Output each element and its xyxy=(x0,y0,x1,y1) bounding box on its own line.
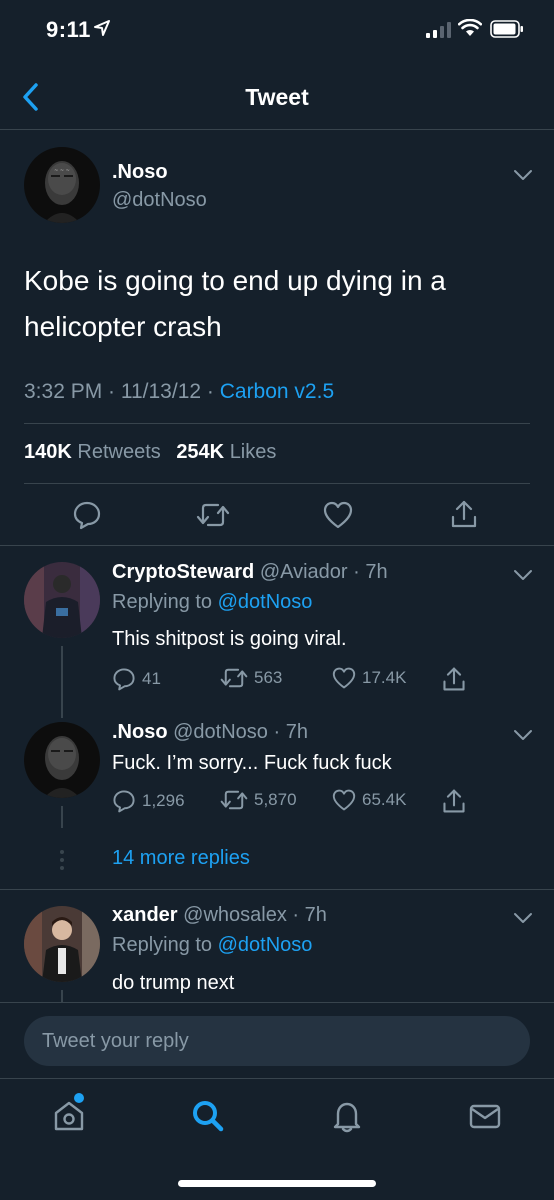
reply-text: This shitpost is going viral. xyxy=(112,628,347,650)
reply-icon xyxy=(113,668,135,691)
retweet-icon xyxy=(220,790,248,810)
share-icon[interactable] xyxy=(441,788,467,814)
divider xyxy=(24,423,530,424)
thread-line xyxy=(61,806,63,828)
main-tweet-source-link[interactable]: Carbon v2.5 xyxy=(220,380,334,403)
wifi-icon xyxy=(458,19,482,36)
replying-to: Replying to @dotNoso xyxy=(112,934,312,957)
reply-like-action[interactable]: 65.4K xyxy=(332,789,406,811)
thread-line xyxy=(61,990,63,1002)
battery-icon xyxy=(490,20,523,38)
reply-header: CryptoSteward @Aviador · 7h xyxy=(112,561,388,584)
status-time: 9:11 xyxy=(46,17,91,42)
reply-reply-action[interactable]: 1,296 xyxy=(112,789,185,813)
reply-text: do trump next xyxy=(112,972,235,994)
home-indicator[interactable] xyxy=(178,1180,376,1187)
cellular-signal-icon xyxy=(426,22,451,38)
search-icon xyxy=(193,1101,224,1132)
reply-text: Fuck. I’m sorry... Fuck fuck fuck xyxy=(112,752,392,774)
reply-like-action[interactable]: 17.4K xyxy=(332,667,406,689)
reply-composer[interactable] xyxy=(24,1016,530,1066)
divider xyxy=(0,889,554,890)
like-count: 65.4K xyxy=(362,790,407,809)
like-count: 17.4K xyxy=(362,668,407,687)
reply-author-handle[interactable]: @whosalex xyxy=(183,904,287,926)
main-tweet-name[interactable]: .Noso xyxy=(112,161,168,184)
replying-to-link[interactable]: @dotNoso xyxy=(218,591,313,613)
tab-notifications[interactable] xyxy=(330,1099,364,1138)
divider xyxy=(0,545,554,546)
retweets-count: 140K xyxy=(24,441,72,463)
like-heart-icon[interactable] xyxy=(323,501,353,529)
location-arrow-icon xyxy=(94,20,110,36)
likes-count: 254K xyxy=(176,441,225,463)
main-tweet-text: Kobe is going to end up dying in a helic… xyxy=(24,265,446,342)
thread-continuation-dots xyxy=(60,850,64,874)
chevron-down-icon[interactable] xyxy=(512,728,534,742)
main-tweet-time: 3:32 PM · 11/13/12 · xyxy=(24,380,220,403)
chevron-down-icon[interactable] xyxy=(512,168,534,182)
reply-count: 41 xyxy=(142,669,161,688)
retweet-icon[interactable] xyxy=(196,502,230,528)
reply-avatar[interactable] xyxy=(24,722,100,798)
reply-author-name[interactable]: .Noso xyxy=(112,721,168,743)
svg-text:~ ~ ~: ~ ~ ~ xyxy=(54,168,70,174)
notifications-bell-icon xyxy=(333,1102,361,1133)
reply-header: xander @whosalex · 7h xyxy=(112,904,327,927)
divider xyxy=(24,483,530,484)
share-icon[interactable] xyxy=(441,666,467,692)
reply-input[interactable] xyxy=(24,1016,530,1066)
page-title: Tweet xyxy=(245,84,309,110)
reply-author-handle[interactable]: @dotNoso xyxy=(173,721,268,743)
tab-messages[interactable] xyxy=(468,1099,502,1138)
reply-icon[interactable] xyxy=(72,500,102,530)
more-replies-link[interactable]: 14 more replies xyxy=(112,847,250,870)
tab-home[interactable] xyxy=(52,1093,86,1138)
reply-avatar[interactable] xyxy=(24,906,100,982)
replying-to-label: Replying to xyxy=(112,934,218,956)
home-icon xyxy=(54,1101,84,1131)
chevron-down-icon[interactable] xyxy=(512,568,534,582)
reply-age: · 7h xyxy=(286,904,327,926)
replying-to-link[interactable]: @dotNoso xyxy=(218,934,313,956)
reply-author-name[interactable]: xander xyxy=(112,904,178,926)
reply-age: · 7h xyxy=(267,721,308,743)
messages-envelope-icon xyxy=(469,1104,501,1129)
share-icon[interactable] xyxy=(449,499,479,529)
status-bar: 9:11 xyxy=(0,0,554,60)
notification-dot xyxy=(74,1093,84,1103)
like-heart-icon xyxy=(332,789,356,811)
reply-reply-action[interactable]: 41 xyxy=(112,667,161,691)
retweet-icon xyxy=(220,668,248,688)
thread-line xyxy=(61,646,63,718)
divider xyxy=(0,1002,554,1003)
reply-icon xyxy=(113,790,135,813)
tab-search[interactable] xyxy=(191,1099,225,1138)
reply-retweet-action[interactable]: 5,870 xyxy=(220,789,297,811)
chevron-down-icon[interactable] xyxy=(512,911,534,925)
retweets-label: Retweets xyxy=(77,441,161,463)
replying-to-label: Replying to xyxy=(112,591,218,613)
reply-author-handle[interactable]: @Aviador xyxy=(260,561,348,583)
retweet-count: 5,870 xyxy=(254,790,297,809)
main-tweet-handle[interactable]: @dotNoso xyxy=(112,189,207,212)
reply-age: · 7h xyxy=(347,561,388,583)
likes-label: Likes xyxy=(229,441,277,463)
header-bar: Tweet xyxy=(0,60,554,130)
reply-count: 1,296 xyxy=(142,791,185,810)
main-tweet-avatar[interactable]: ~ ~ ~ xyxy=(24,147,100,223)
like-heart-icon xyxy=(332,667,356,689)
main-tweet-meta: 3:32 PM · 11/13/12 · Carbon v2.5 xyxy=(24,380,334,404)
reply-avatar[interactable] xyxy=(24,562,100,638)
reply-header: .Noso @dotNoso · 7h xyxy=(112,721,308,744)
replying-to: Replying to @dotNoso xyxy=(112,591,312,614)
engagement-stats[interactable]: 140K Retweets 254K Likes xyxy=(24,441,286,464)
reply-author-name[interactable]: CryptoSteward xyxy=(112,561,254,583)
reply-retweet-action[interactable]: 563 xyxy=(220,667,282,689)
retweet-count: 563 xyxy=(254,668,283,687)
